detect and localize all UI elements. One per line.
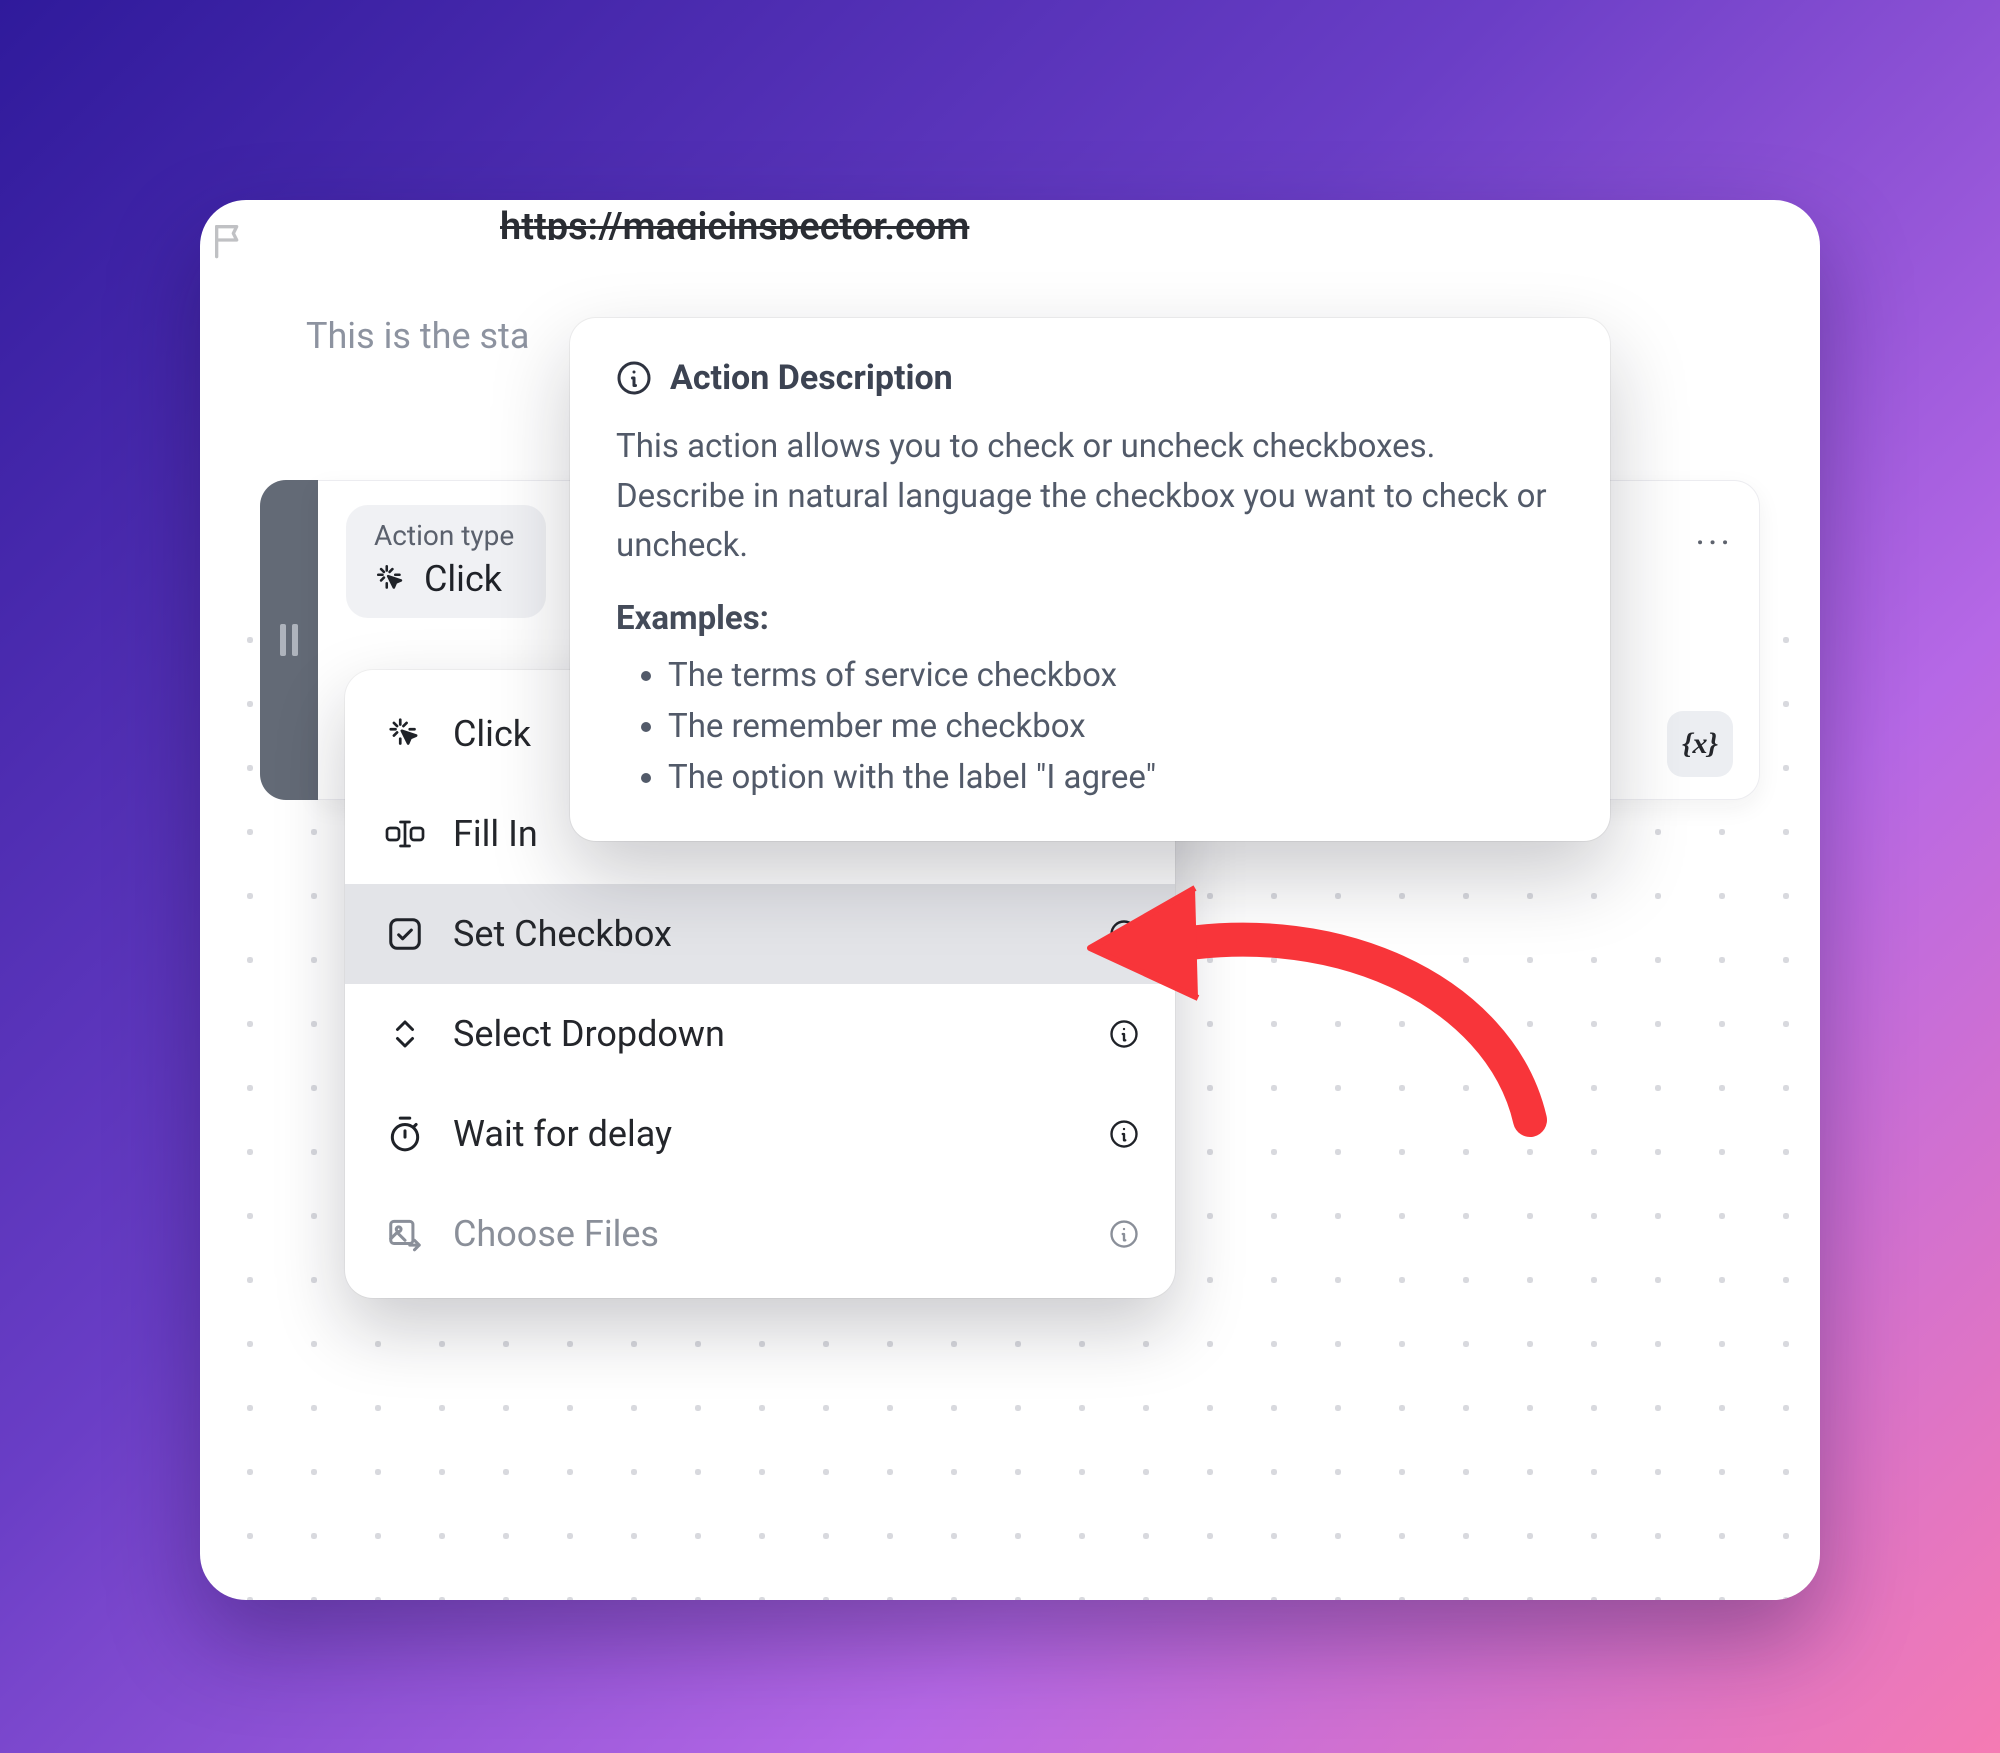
checkbox-icon <box>383 912 427 956</box>
action-description-popover: Action Description This action allows yo… <box>570 318 1610 841</box>
step-drag-handle[interactable] <box>260 480 318 800</box>
popover-title: Action Description <box>670 358 953 398</box>
stopwatch-icon <box>383 1112 427 1156</box>
insert-variable-button[interactable]: {x} <box>1667 711 1733 777</box>
dropdown-item-wait-for-delay[interactable]: Wait for delay <box>345 1084 1175 1184</box>
drag-handle-icon <box>276 620 302 660</box>
click-cursor-icon <box>374 562 408 596</box>
flag-icon <box>210 220 250 260</box>
popover-example-item: The terms of service checkbox <box>668 650 1564 701</box>
main-card: https://magicinspector.com This is the s… <box>200 200 1820 1600</box>
info-icon[interactable] <box>1107 1017 1141 1051</box>
url-bar-fragment: https://magicinspector.com <box>500 200 1760 240</box>
popover-body-text: This action allows you to check or unche… <box>616 422 1564 571</box>
dropdown-item-choose-files[interactable]: Choose Files <box>345 1184 1175 1284</box>
info-icon <box>616 360 652 396</box>
action-type-value-text: Click <box>424 558 502 600</box>
dropdown-item-label: Choose Files <box>453 1213 659 1255</box>
dropdown-item-label: Fill In <box>453 813 538 855</box>
click-cursor-icon <box>383 712 427 756</box>
popover-examples-label: Examples: <box>616 599 1564 638</box>
variable-chip-text: {x} <box>1682 727 1718 761</box>
starting-point-text: This is the sta <box>306 315 529 357</box>
dropdown-item-label: Click <box>453 713 531 755</box>
info-icon[interactable] <box>1107 1217 1141 1251</box>
action-type-label: Action type <box>374 519 518 552</box>
chevrons-up-down-icon <box>383 1012 427 1056</box>
dropdown-item-label: Set Checkbox <box>453 913 672 955</box>
action-type-selector[interactable]: Action type Click <box>346 505 546 618</box>
url-text: https://magicinspector.com <box>500 208 969 240</box>
info-icon[interactable] <box>1107 1117 1141 1151</box>
popover-example-item: The option with the label "I agree" <box>668 752 1564 803</box>
popover-examples-list: The terms of service checkbox The rememb… <box>616 650 1564 803</box>
dropdown-item-label: Wait for delay <box>453 1113 672 1155</box>
image-upload-icon <box>383 1212 427 1256</box>
dropdown-item-label: Select Dropdown <box>453 1013 725 1055</box>
step-more-button[interactable]: ... <box>1696 511 1733 553</box>
dropdown-item-set-checkbox[interactable]: Set Checkbox <box>345 884 1175 984</box>
info-icon[interactable] <box>1107 917 1141 951</box>
popover-example-item: The remember me checkbox <box>668 701 1564 752</box>
popover-title-row: Action Description <box>616 358 1564 398</box>
action-type-value: Click <box>374 558 518 600</box>
text-input-icon <box>383 812 427 856</box>
dropdown-item-select-dropdown[interactable]: Select Dropdown <box>345 984 1175 1084</box>
